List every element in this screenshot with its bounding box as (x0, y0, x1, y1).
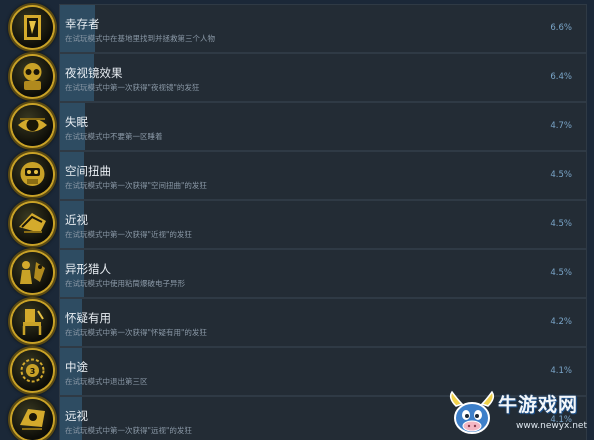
achievement-row: 夜视镜效果在试玩模式中第一次获得"夜视镜"的发狂 6.4% (0, 53, 594, 102)
achievement-title: 中途 (65, 360, 88, 374)
achievement-row: 幸存者在试玩模式中在基地里找到并拯救第三个人物 6.6% (0, 4, 594, 53)
unlock-percentage: 4.7% (550, 121, 572, 131)
myopia-icon (12, 203, 53, 244)
achievement-panel: 怀疑有用在试玩模式中第一次获得"怀疑有用"的发狂 4.2% (59, 298, 587, 347)
unlock-percentage: 4.5% (550, 219, 572, 229)
achievement-row: 怀疑有用在试玩模式中第一次获得"怀疑有用"的发狂 4.2% (0, 298, 594, 347)
achievement-panel: 夜视镜效果在试玩模式中第一次获得"夜视镜"的发狂 6.4% (59, 53, 587, 102)
achievement-row: 失眠在试玩模式中不要第一区睡着 4.7% (0, 102, 594, 151)
unlock-percentage: 4.2% (550, 317, 572, 327)
chair-icon (12, 301, 53, 342)
achievement-description: 在试玩模式中第一次获得"远视"的发狂 (65, 426, 192, 435)
achievement-description: 在试玩模式中第一次获得"怀疑有用"的发狂 (65, 328, 207, 337)
achievement-description: 在试玩模式中在基地里找到并拯救第三个人物 (65, 34, 215, 43)
achievement-panel: 失眠在试玩模式中不要第一区睡着 4.7% (59, 102, 587, 151)
cow-mascot-icon (449, 390, 495, 434)
eye-icon (12, 105, 53, 146)
achievement-title: 空间扭曲 (65, 164, 111, 178)
achievement-row: 异形猎人在试玩模式中使用粘筒爆破电子异形 4.5% (0, 249, 594, 298)
achievements-page: 幸存者在试玩模式中在基地里找到并拯救第三个人物 6.6% 夜视镜效果在试玩模式中第一… (0, 0, 594, 440)
achievement-title: 失眠 (65, 115, 88, 129)
unlock-percentage: 6.6% (550, 23, 572, 33)
space-warp-icon (12, 154, 53, 195)
achievement-description: 在试玩模式中第一次获得"近视"的发狂 (65, 230, 192, 239)
unlock-percentage: 6.4% (550, 72, 572, 82)
achievement-title: 幸存者 (65, 17, 100, 31)
achievement-title: 怀疑有用 (65, 311, 111, 325)
achievement-title: 异形猎人 (65, 262, 111, 276)
alien-hunter-icon (12, 252, 53, 293)
achievement-title: 近视 (65, 213, 88, 227)
achievement-description: 在试玩模式中第一次获得"空间扭曲"的发狂 (65, 181, 207, 190)
hyperopia-icon (12, 399, 53, 440)
watermark-brand: 牛游戏网 (498, 394, 579, 416)
achievement-panel: 异形猎人在试玩模式中使用粘筒爆破电子异形 4.5% (59, 249, 587, 298)
midway-icon: 3 (12, 350, 53, 391)
achievement-title: 夜视镜效果 (65, 66, 123, 80)
unlock-percentage: 4.5% (550, 268, 572, 278)
watermark-url: www.newyx.net (516, 421, 588, 431)
achievement-description: 在试玩模式中不要第一区睡着 (65, 132, 163, 141)
night-vision-icon (12, 56, 53, 97)
unlock-percentage: 4.1% (550, 366, 572, 376)
achievement-description: 在试玩模式中第一次获得"夜视镜"的发狂 (65, 83, 200, 92)
achievement-row: 空间扭曲在试玩模式中第一次获得"空间扭曲"的发狂 4.5% (0, 151, 594, 200)
svg-text:3: 3 (30, 367, 36, 376)
achievement-row: 近视在试玩模式中第一次获得"近视"的发狂 4.5% (0, 200, 594, 249)
achievement-panel: 幸存者在试玩模式中在基地里找到并拯救第三个人物 6.6% (59, 4, 587, 53)
achievement-title: 远视 (65, 409, 88, 423)
achievement-panel: 近视在试玩模式中第一次获得"近视"的发狂 4.5% (59, 200, 587, 249)
watermark: 牛游戏网 www.newyx.net (446, 388, 594, 440)
achievement-description: 在试玩模式中退出第三区 (65, 377, 148, 386)
survivor-icon (12, 7, 53, 48)
unlock-percentage: 4.5% (550, 170, 572, 180)
achievement-description: 在试玩模式中使用粘筒爆破电子异形 (65, 279, 185, 288)
achievement-panel: 空间扭曲在试玩模式中第一次获得"空间扭曲"的发狂 4.5% (59, 151, 587, 200)
